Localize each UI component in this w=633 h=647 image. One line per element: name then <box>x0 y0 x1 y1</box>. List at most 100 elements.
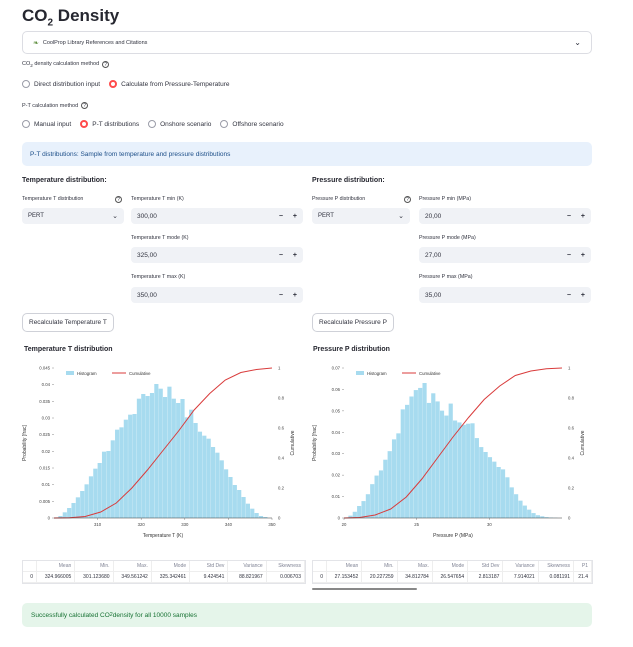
y-tick-label: 0.035 <box>39 399 50 404</box>
plus-icon[interactable]: + <box>293 292 297 299</box>
legend-cumulative-label: Cumulative <box>419 371 441 376</box>
pressure-dist-select[interactable]: PERT ⌄ <box>312 208 410 224</box>
histogram-bar <box>75 497 80 518</box>
table-scrollbar[interactable] <box>312 588 417 590</box>
minus-icon[interactable]: − <box>279 213 283 220</box>
y2-tick-label: 0.4 <box>278 456 285 461</box>
pt-method-label: P-T calculation method ? <box>22 102 89 109</box>
x-tick-label: 25 <box>414 522 419 527</box>
histogram-bar <box>145 396 150 518</box>
method-radio-group: Direct distribution input Calculate from… <box>22 80 230 88</box>
histogram-bar <box>180 399 185 518</box>
pressure-min-input[interactable]: 20,00 − + <box>419 208 591 224</box>
radio-pt-distributions[interactable]: P-T distributions <box>80 120 139 128</box>
histogram-bar <box>409 396 414 518</box>
histogram-bar <box>123 419 128 518</box>
pressure-mode-input[interactable]: 27,00 − + <box>419 247 591 263</box>
help-icon[interactable]: ? <box>102 61 110 69</box>
histogram-bar <box>466 423 471 518</box>
temperature-dist-label: Temperature T distribution <box>22 196 83 202</box>
table-cell: 325.342461 <box>151 572 191 583</box>
temperature-dist-select[interactable]: PERT ⌄ <box>22 208 124 224</box>
minus-icon[interactable]: − <box>567 292 571 299</box>
histogram-bar <box>374 475 379 518</box>
minus-icon[interactable]: − <box>279 252 283 259</box>
chevron-down-icon: ⌄ <box>398 213 404 220</box>
histogram-bar <box>189 409 194 518</box>
title-text-rest: Density <box>53 6 120 25</box>
table-header-cell <box>313 561 327 572</box>
table-cell: 88.821967 <box>228 572 267 583</box>
pressure-heading: Pressure distribution: <box>312 177 385 184</box>
histogram-bar <box>232 485 237 518</box>
radio-circle-icon <box>22 120 30 128</box>
histogram-bar <box>88 476 94 518</box>
minus-icon[interactable]: − <box>279 292 283 299</box>
plus-icon[interactable]: + <box>293 252 297 259</box>
table-cell: 2.813187 <box>468 572 504 583</box>
histogram-bar <box>128 414 133 518</box>
histogram-bar <box>141 394 146 518</box>
recalculate-temperature-button[interactable]: Recalculate Temperature T <box>22 313 114 332</box>
pressure-max-input[interactable]: 35,00 − + <box>419 287 591 303</box>
temperature-mode-input[interactable]: 325,00 − + <box>131 247 303 263</box>
pt-method-radio-group: Manual input P-T distributions Onshore s… <box>22 120 284 128</box>
minus-icon[interactable]: − <box>567 213 571 220</box>
table-cell: 20.227259 <box>362 572 398 583</box>
x-tick-label: 310 <box>94 522 102 527</box>
plus-icon[interactable]: + <box>581 292 585 299</box>
histogram-bar <box>80 491 85 518</box>
pt-method-label-text: P-T calculation method <box>22 102 79 109</box>
citations-expander[interactable]: ❧ CoolProp Library References and Citati… <box>22 31 592 54</box>
temperature-min-input[interactable]: 300,00 − + <box>131 208 303 224</box>
radio-calculate-pt[interactable]: Calculate from Pressure-Temperature <box>109 80 230 88</box>
plus-icon[interactable]: + <box>581 252 585 259</box>
temperature-max-input[interactable]: 350,00 − + <box>131 287 303 303</box>
y-tick-label: 0.06 <box>332 387 341 392</box>
minus-icon[interactable]: − <box>567 252 571 259</box>
pressure-mode-label: Pressure P mode (MPa) <box>419 235 476 241</box>
histogram-bar <box>171 398 176 518</box>
histogram-bar <box>535 515 540 518</box>
table-cell: 27.153452 <box>327 572 363 583</box>
plus-icon[interactable]: + <box>581 213 585 220</box>
histogram-bar <box>258 516 264 518</box>
histogram-bar <box>514 494 519 518</box>
radio-direct-distribution[interactable]: Direct distribution input <box>22 80 100 88</box>
histogram-bar <box>97 463 102 518</box>
x-tick-label: 30 <box>487 522 492 527</box>
histogram-bar <box>67 508 72 518</box>
radio-onshore[interactable]: Onshore scenario <box>148 120 211 128</box>
help-icon[interactable]: ? <box>115 196 122 203</box>
radio-manual-input[interactable]: Manual input <box>22 120 71 128</box>
help-icon[interactable]: ? <box>81 102 89 109</box>
histogram-bar <box>193 423 198 518</box>
radio-offshore[interactable]: Offshore scenario <box>220 120 284 128</box>
plus-icon[interactable]: + <box>293 213 297 220</box>
y-tick-label: 0.02 <box>332 473 341 478</box>
histogram-bar <box>461 424 466 518</box>
temperature-mode-label: Temperature T mode (K) <box>131 235 189 241</box>
histogram-bar <box>219 460 224 518</box>
y2-tick-label: 1 <box>278 366 281 371</box>
input-value: 325,00 <box>137 251 157 259</box>
table-cell: 0.006703 <box>266 572 305 583</box>
table-header-cell: Min. <box>362 561 398 572</box>
histogram-bar <box>540 516 545 518</box>
histogram-bar <box>479 447 484 518</box>
histogram-bar <box>527 509 532 518</box>
page-title: CO2 Density <box>22 6 119 28</box>
histogram-bar <box>62 512 67 518</box>
histogram-bar <box>136 398 141 518</box>
radio-selected-icon <box>109 80 118 88</box>
radio-label: Onshore scenario <box>160 120 212 128</box>
table-header-cell: Mode <box>432 561 469 572</box>
y-tick-label: 0.05 <box>332 408 341 413</box>
recalculate-pressure-button[interactable]: Recalculate Pressure P <box>312 313 394 332</box>
select-value: PERT <box>318 213 334 219</box>
histogram-bar <box>492 461 497 518</box>
x-axis-label: Temperature T (K) <box>143 533 184 539</box>
pressure-chart-title: Pressure P distribution <box>313 346 390 353</box>
radio-label: Manual input <box>34 120 72 128</box>
help-icon[interactable]: ? <box>404 196 411 203</box>
